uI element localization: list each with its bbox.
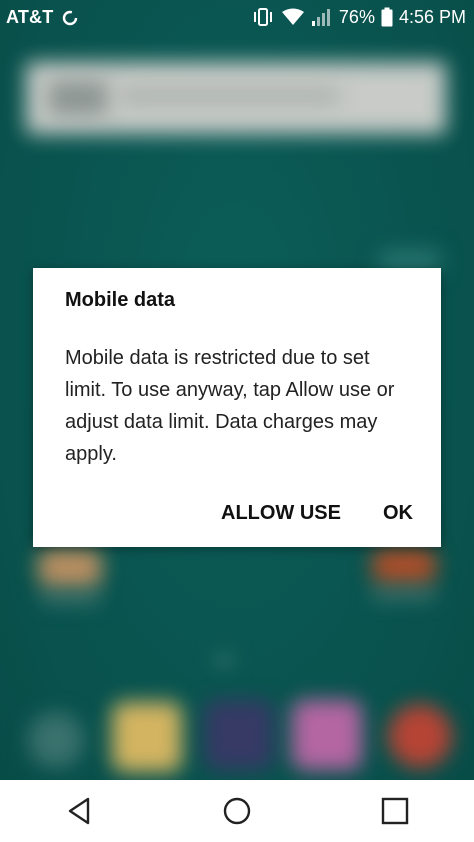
signal-icon: [311, 7, 333, 27]
home-button[interactable]: [207, 786, 267, 836]
battery-icon: [381, 7, 393, 27]
navigation-bar: [0, 780, 474, 842]
sync-icon: [61, 9, 78, 26]
clock: 4:56 PM: [398, 6, 466, 27]
ok-button[interactable]: OK: [375, 498, 421, 529]
carrier-label: AT&T: [6, 6, 54, 27]
recents-icon: [381, 797, 409, 825]
dialog-message: Mobile data is restricted due to set lim…: [65, 347, 395, 465]
home-icon: [223, 797, 251, 825]
status-bar: AT&T 76% 4:56 PM: [0, 0, 474, 34]
mobile-data-dialog: Mobile data Mobile data is restricted du…: [33, 268, 441, 547]
battery-percent: 76%: [338, 6, 375, 27]
recents-button[interactable]: [365, 786, 425, 836]
vibrate-icon: [251, 7, 275, 27]
dialog-title: Mobile data: [65, 289, 176, 311]
back-icon: [68, 797, 90, 825]
dialog-actions: ALLOW USE OK: [213, 498, 421, 529]
wifi-icon: [281, 7, 305, 27]
back-button[interactable]: [49, 786, 109, 836]
allow-use-button[interactable]: ALLOW USE: [213, 498, 349, 529]
